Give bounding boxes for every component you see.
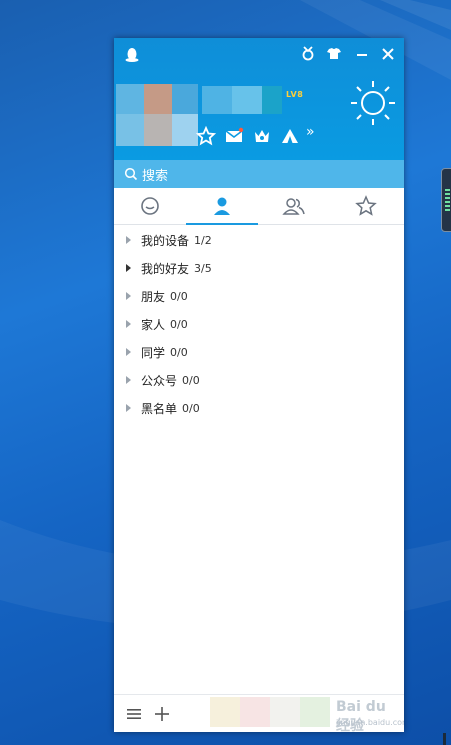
collapsed-arrow-icon [126,264,131,272]
skin-shirt-icon[interactable] [324,44,344,64]
main-tabs [114,188,404,225]
group-icon [282,198,305,215]
qq-main-window: LV8 » 搜索 我的设备 1/2 我的好友 3/5 朋友 0/0 家人 0/0… [114,38,404,732]
collapsed-arrow-icon [126,404,131,412]
group-count: 3/5 [194,261,212,275]
collapsed-arrow-icon [126,376,131,384]
main-menu-icon[interactable] [126,706,142,722]
tab-groups[interactable] [258,188,330,224]
group-row-family[interactable]: 家人 0/0 [114,310,404,338]
person-icon [214,197,230,215]
window-header: LV8 » [114,38,404,160]
group-row-devices[interactable]: 我的设备 1/2 [114,226,404,254]
watermark-brand: Bai du 经验 [336,699,386,732]
collapsed-arrow-icon [126,236,131,244]
collapsed-arrow-icon [126,292,131,300]
group-row-public-accounts[interactable]: 公众号 0/0 [114,366,404,394]
more-apps-chevron-icon[interactable]: » [306,124,315,140]
taskbar-edge [443,733,446,745]
window-footer: Bai du 经验 jingyan.baidu.com [114,694,404,732]
group-count: 0/0 [170,289,188,303]
group-count: 1/2 [194,233,212,247]
group-row-pals[interactable]: 朋友 0/0 [114,282,404,310]
close-icon[interactable] [378,44,398,64]
group-name: 我的设备 [141,233,190,248]
minimize-icon[interactable] [352,44,372,64]
group-count: 0/0 [170,317,188,331]
group-name: 朋友 [141,289,166,304]
group-name: 我的好友 [141,261,190,276]
group-row-classmates[interactable]: 同学 0/0 [114,338,404,366]
tab-favorites[interactable] [330,188,402,224]
blurred-footer-apps [210,697,330,727]
star-icon [355,195,377,216]
tab-contacts[interactable] [186,188,258,225]
tab-messages[interactable] [114,188,186,224]
watermark-url: jingyan.baidu.com [336,718,404,727]
group-row-blacklist[interactable]: 黑名单 0/0 [114,394,404,422]
group-count: 0/0 [182,401,200,415]
contact-group-list: 我的设备 1/2 我的好友 3/5 朋友 0/0 家人 0/0 同学 0/0 公… [114,226,404,422]
medal-icon[interactable] [298,44,318,64]
search-bar[interactable]: 搜索 [114,160,404,188]
add-icon[interactable] [154,706,170,722]
group-name: 家人 [141,317,166,332]
qzone-star-icon[interactable] [196,126,216,146]
desktop-side-widget[interactable] [441,168,451,232]
group-name: 公众号 [141,373,178,388]
group-name: 同学 [141,345,166,360]
avatar[interactable] [116,84,198,146]
chat-bubble-icon [141,197,159,215]
search-icon [124,167,138,181]
weather-sun-icon[interactable] [348,78,398,128]
group-count: 0/0 [182,373,200,387]
qq-penguin-icon[interactable] [122,44,142,64]
mail-icon[interactable] [224,126,244,146]
crown-icon[interactable] [252,126,272,146]
level-badge[interactable]: LV8 [286,90,303,99]
collapsed-arrow-icon [126,348,131,356]
group-name: 黑名单 [141,401,178,416]
search-input[interactable]: 搜索 [142,165,168,184]
collapsed-arrow-icon [126,320,131,328]
tent-icon[interactable] [280,126,300,146]
group-row-friends[interactable]: 我的好友 3/5 [114,254,404,282]
group-count: 0/0 [170,345,188,359]
